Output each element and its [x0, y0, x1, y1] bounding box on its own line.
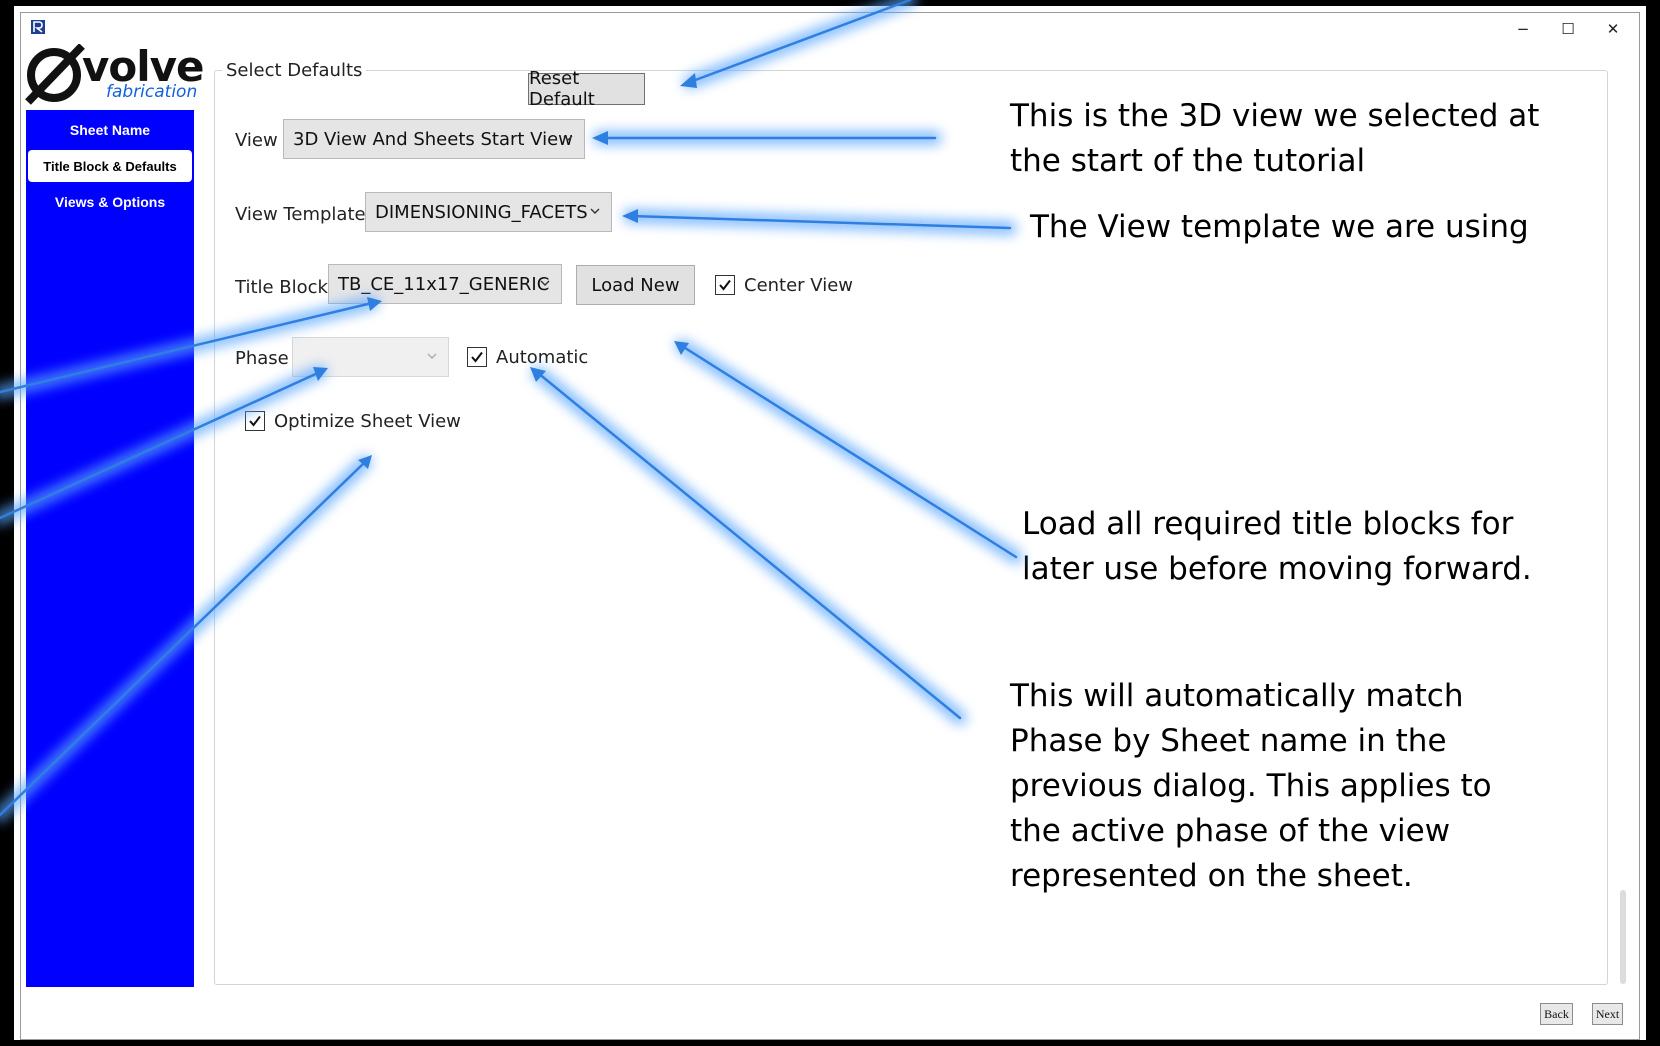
close-button[interactable]: ✕	[1590, 14, 1636, 44]
title-block-value: TB_CE_11x17_GENERIC	[338, 273, 550, 295]
check-icon	[471, 351, 483, 363]
view-dropdown[interactable]: 3D View And Sheets Start View	[283, 119, 585, 159]
scrollbar-thumb[interactable]	[1620, 890, 1626, 984]
title-block-dropdown[interactable]: TB_CE_11x17_GENERIC	[328, 264, 562, 304]
chevron-down-icon	[561, 131, 575, 145]
annotation-line: This is the 3D view we selected at	[1010, 98, 1540, 134]
check-icon	[249, 415, 261, 427]
annotation-view: This is the 3D view we selected at the s…	[1010, 94, 1539, 184]
slashed-o-logo-icon	[25, 44, 85, 105]
sidebar-item-sheet-name[interactable]: Sheet Name	[26, 114, 194, 146]
center-view-checkbox[interactable]	[715, 275, 735, 295]
sidebar-item-title-block-defaults[interactable]: Title Block & Defaults	[28, 150, 192, 182]
view-dropdown-value: 3D View And Sheets Start View	[293, 128, 573, 150]
view-template-dropdown[interactable]: DIMENSIONING_FACETS	[365, 192, 612, 232]
volve-logo: volve fabrication	[24, 44, 204, 106]
optimize-sheet-view-label: Optimize Sheet View	[274, 411, 461, 432]
annotation-line: This will automatically match	[1010, 678, 1464, 714]
annotation-template: The View template we are using	[1030, 205, 1529, 250]
annotation-phase: This will automatically match Phase by S…	[1010, 674, 1492, 899]
load-new-button[interactable]: Load New	[576, 265, 695, 305]
view-template-label: View Template	[235, 204, 366, 225]
annotation-line: later use before moving forward.	[1022, 551, 1532, 587]
app-icon	[31, 20, 45, 34]
automatic-label: Automatic	[496, 347, 589, 368]
automatic-checkbox[interactable]	[467, 347, 487, 367]
minimize-button[interactable]: −	[1500, 14, 1546, 44]
check-icon	[719, 279, 731, 291]
view-template-value: DIMENSIONING_FACETS	[375, 201, 588, 223]
next-button[interactable]: Next	[1592, 1003, 1623, 1025]
phase-dropdown[interactable]	[292, 337, 449, 377]
chevron-down-icon	[588, 204, 602, 218]
annotation-line: represented on the sheet.	[1010, 858, 1413, 894]
annotation-line: the active phase of the view	[1010, 813, 1451, 849]
annotation-line: The View template we are using	[1030, 209, 1529, 245]
chevron-down-icon	[425, 349, 439, 363]
annotation-line: the start of the tutorial	[1010, 143, 1366, 179]
phase-label: Phase	[235, 348, 289, 369]
group-title: Select Defaults	[222, 60, 367, 81]
optimize-sheet-view-checkbox[interactable]	[245, 411, 265, 431]
maximize-button[interactable]: ☐	[1545, 14, 1591, 44]
sidebar-item-views-options[interactable]: Views & Options	[26, 186, 194, 218]
back-button[interactable]: Back	[1540, 1003, 1573, 1025]
annotation-load: Load all required title blocks for later…	[1022, 502, 1532, 592]
annotation-line: Phase by Sheet name in the	[1010, 723, 1447, 759]
reset-default-button[interactable]: Reset Default	[528, 68, 645, 110]
view-label: View	[235, 130, 278, 151]
sidebar: Sheet Name Title Block & Defaults Views …	[26, 110, 194, 987]
annotation-line: previous dialog. This applies to	[1010, 768, 1492, 804]
annotation-line: Load all required title blocks for	[1022, 506, 1514, 542]
title-block-label: Title Block	[235, 277, 328, 298]
logo-subtitle: fabrication	[106, 82, 198, 102]
center-view-label: Center View	[744, 275, 854, 296]
chevron-down-icon	[538, 276, 552, 290]
